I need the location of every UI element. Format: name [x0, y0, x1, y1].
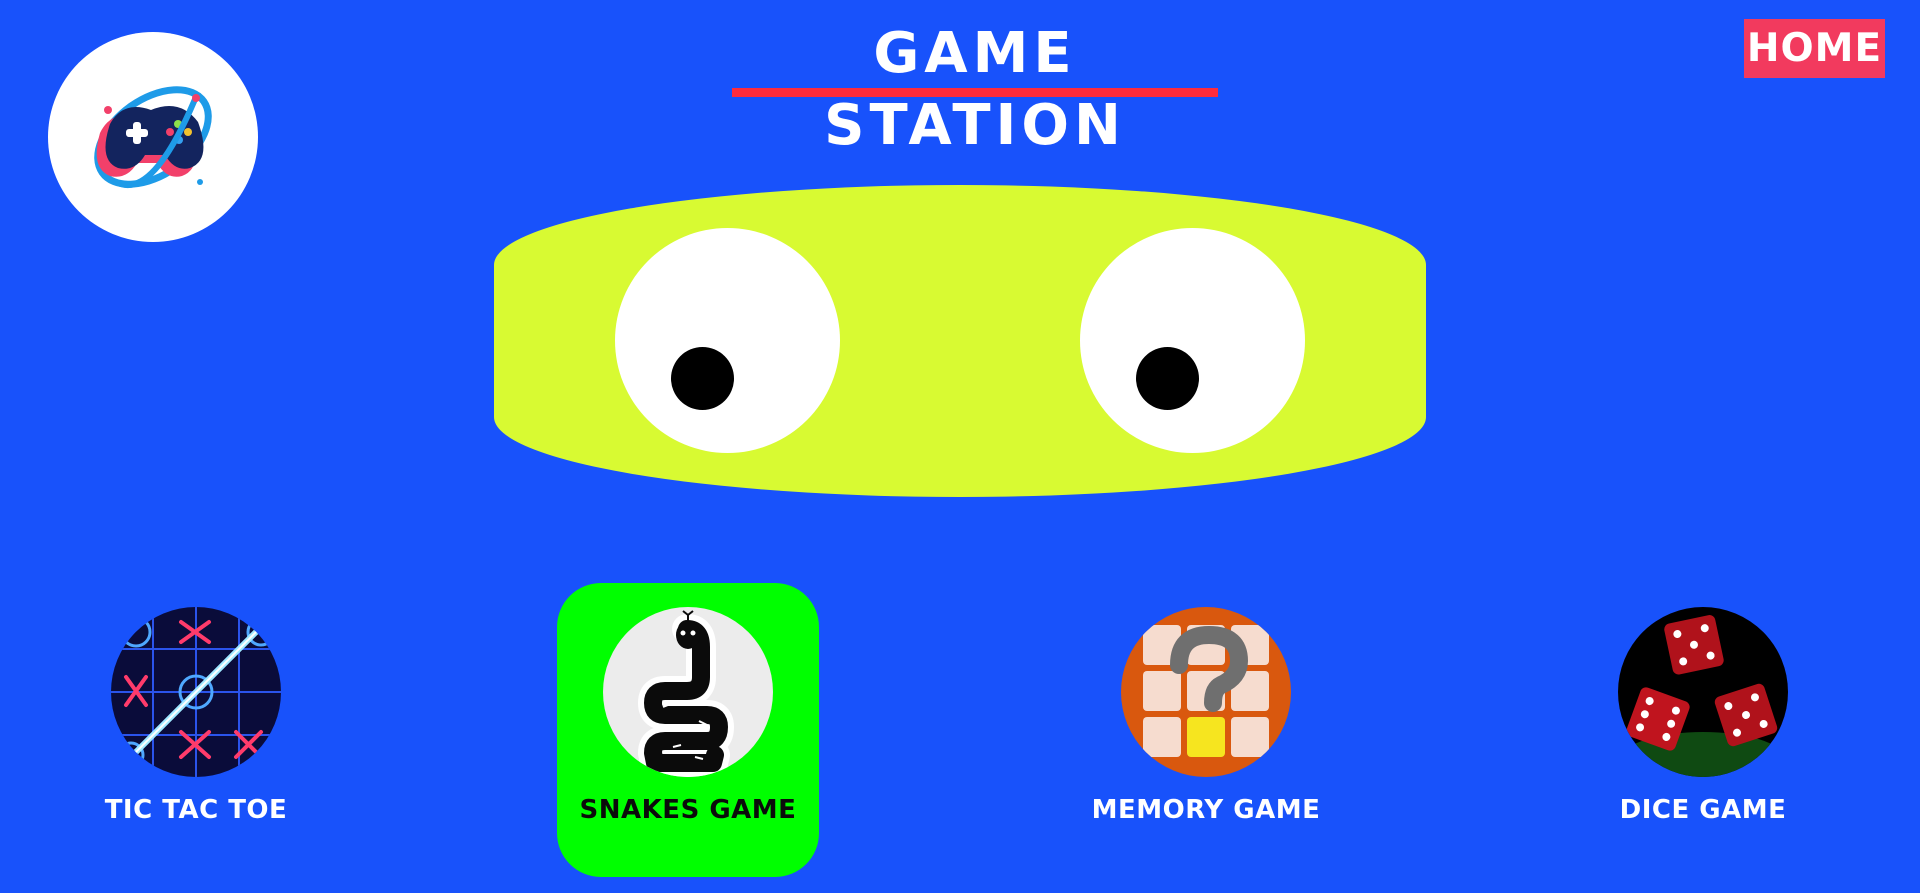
- game-label: DICE GAME: [1619, 795, 1787, 825]
- snake-icon: [603, 607, 773, 777]
- site-logo[interactable]: [48, 32, 258, 242]
- memory-grid-icon: [1121, 607, 1291, 777]
- dice-icon: [1618, 607, 1788, 777]
- left-pupil: [671, 347, 734, 410]
- game-tile-tic-tac-toe[interactable]: TIC TAC TOE: [65, 583, 327, 877]
- game-label: MEMORY GAME: [1091, 795, 1321, 825]
- tic-tac-toe-icon: [111, 607, 281, 777]
- game-label: TIC TAC TOE: [104, 795, 288, 825]
- home-button[interactable]: HOME: [1744, 19, 1885, 78]
- game-tile-snakes[interactable]: SNAKES GAME: [557, 583, 819, 877]
- left-eye: [615, 228, 840, 453]
- game-tile-memory[interactable]: MEMORY GAME: [1075, 583, 1337, 877]
- right-eye: [1080, 228, 1305, 453]
- game-label: SNAKES GAME: [579, 795, 797, 825]
- mascot-face: [494, 185, 1426, 497]
- game-tile-dice[interactable]: DICE GAME: [1572, 583, 1834, 877]
- title-underline: [732, 88, 1218, 97]
- gamepad-icon: [94, 86, 212, 189]
- right-pupil: [1136, 347, 1199, 410]
